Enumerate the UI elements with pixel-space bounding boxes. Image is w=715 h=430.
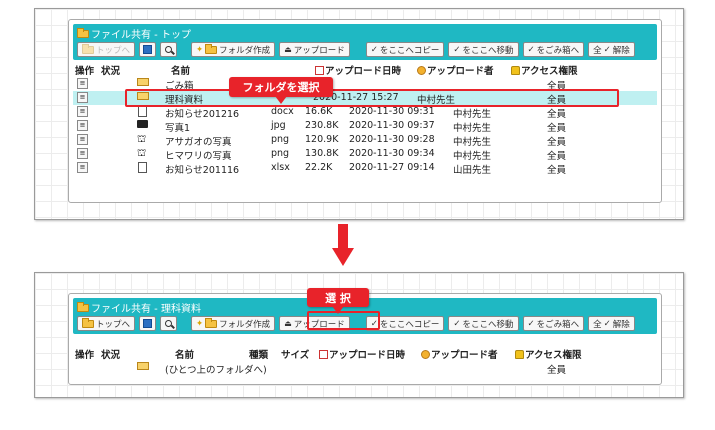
calendar-icon <box>319 350 328 359</box>
table-row[interactable]: ≡ ⛫ ヒマワリの写真 png 130.8K 2020-11-30 09:34 … <box>73 147 657 162</box>
table-row[interactable]: ≡ 写真1 jpg 230.8K 2020-11-30 09:37 中村先生 全… <box>73 119 657 134</box>
row-menu-icon[interactable]: ≡ <box>77 106 88 117</box>
top-button[interactable]: トップへ <box>77 42 136 57</box>
search-icon <box>165 46 173 53</box>
row-menu-icon[interactable]: ≡ <box>77 162 88 173</box>
table-header: 操作 状況 名前 アップロード日時 アップロード者 アクセス権限 <box>75 66 578 77</box>
document-icon <box>138 106 147 117</box>
user-icon <box>417 66 426 75</box>
check-icon: ✓ <box>370 44 378 55</box>
file-share-window: ファイル共有 - トップ トップへ ✦ フォルダ作成 ⏏ アップロード ✓ をこ… <box>68 19 662 203</box>
sparkle-icon: ✦ <box>196 44 204 55</box>
check-icon: ✓ <box>453 44 461 55</box>
row-menu-icon[interactable]: ≡ <box>77 134 88 145</box>
table-row[interactable]: ≡ ⛫ アサガオの写真 png 120.9K 2020-11-30 09:28 … <box>73 133 657 148</box>
upload-icon: ⏏ <box>284 319 292 328</box>
table-header: 操作 状況 名前 種類 サイズ アップロード日時 アップロード者 アクセス権限 <box>75 350 582 361</box>
to-trash-button[interactable]: ✓ をごみ箱へ <box>522 316 585 331</box>
window-title: ファイル共有 - トップ <box>91 30 191 41</box>
folder-icon <box>77 301 89 312</box>
select-folder-callout: フォルダを選択 <box>229 77 333 97</box>
upload-button[interactable]: ⏏ アップロード <box>279 42 350 57</box>
select-all-deselect-button[interactable]: 全 ✓ 解除 <box>588 42 635 57</box>
select-callout: 選 択 <box>307 288 369 307</box>
move-here-button[interactable]: ✓ をここへ移動 <box>448 42 519 57</box>
check-icon: ✓ <box>453 318 461 329</box>
folder-icon <box>205 317 218 328</box>
down-arrow-icon <box>332 224 354 270</box>
selection-highlight-box <box>125 89 619 107</box>
bottom-screenshot-panel: ファイル共有 - 理科資料 トップへ ✦ フォルダ作成 ⏏ アップロード ✓ を… <box>34 272 684 398</box>
search-button[interactable] <box>160 42 178 57</box>
table-row[interactable]: (ひとつ上のフォルダへ) 全員 <box>73 361 657 376</box>
check-icon: ✓ <box>527 318 535 329</box>
table-row[interactable]: ≡ お知らせ201216 docx 16.6K 2020-11-30 09:31… <box>73 105 657 120</box>
sparkle-icon: ✦ <box>196 318 204 329</box>
upload-icon: ⏏ <box>284 45 292 54</box>
title-bar: ファイル共有 - トップ トップへ ✦ フォルダ作成 ⏏ アップロード ✓ をこ… <box>73 24 657 60</box>
row-menu-icon[interactable]: ≡ <box>77 92 88 103</box>
folder-icon <box>137 362 149 370</box>
check-icon: ✓ <box>603 318 611 329</box>
copy-here-button[interactable]: ✓ をここへコピー <box>365 42 445 57</box>
image-icon: ⛫ <box>137 148 147 159</box>
check-icon: ✓ <box>527 44 535 55</box>
search-icon <box>165 320 173 327</box>
search-button[interactable] <box>160 316 178 331</box>
table-row[interactable]: ≡ お知らせ201116 xlsx 22.2K 2020-11-27 09:14… <box>73 161 657 176</box>
to-trash-button[interactable]: ✓ をごみ箱へ <box>522 42 585 57</box>
top-screenshot-panel: ファイル共有 - トップ トップへ ✦ フォルダ作成 ⏏ アップロード ✓ をこ… <box>34 8 684 220</box>
file-share-window: ファイル共有 - 理科資料 トップへ ✦ フォルダ作成 ⏏ アップロード ✓ を… <box>68 288 662 385</box>
row-menu-icon[interactable]: ≡ <box>77 148 88 159</box>
new-folder-button[interactable]: ✦ フォルダ作成 <box>191 42 276 57</box>
new-folder-button[interactable]: ✦ フォルダ作成 <box>191 316 276 331</box>
image-icon: ⛫ <box>137 134 147 145</box>
row-menu-icon[interactable]: ≡ <box>77 78 88 89</box>
folder-icon <box>77 27 89 38</box>
grid-view-button[interactable] <box>139 42 157 57</box>
check-icon: ✓ <box>603 44 611 55</box>
folder-icon <box>82 317 94 328</box>
row-menu-icon[interactable]: ≡ <box>77 120 88 131</box>
top-button[interactable]: トップへ <box>77 316 136 331</box>
camera-icon <box>137 120 148 128</box>
folder-icon <box>205 43 218 54</box>
lock-icon <box>511 66 520 75</box>
grid-icon <box>143 319 153 328</box>
grid-icon <box>143 45 153 54</box>
toolbar: トップへ ✦ フォルダ作成 ⏏ アップロード ✓ をここへコピー ✓ をここへ移… <box>77 42 635 57</box>
folder-icon <box>137 78 149 86</box>
move-here-button[interactable]: ✓ をここへ移動 <box>448 316 519 331</box>
document-icon <box>138 162 147 173</box>
grid-view-button[interactable] <box>139 316 157 331</box>
select-all-deselect-button[interactable]: 全 ✓ 解除 <box>588 316 635 331</box>
user-icon <box>421 350 430 359</box>
lock-icon <box>515 350 524 359</box>
calendar-icon <box>315 66 324 75</box>
folder-icon <box>82 43 94 54</box>
window-title: ファイル共有 - 理科資料 <box>91 304 201 315</box>
